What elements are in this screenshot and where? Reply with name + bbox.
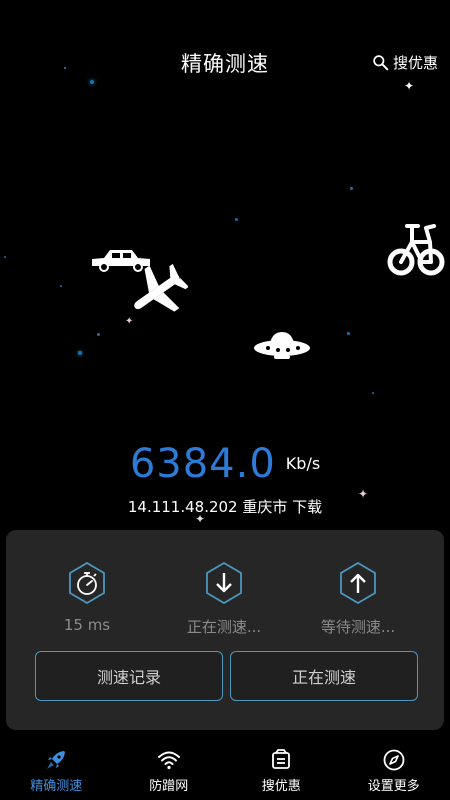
download-stat: 正在测速... — [164, 561, 284, 637]
star — [347, 332, 350, 335]
upload-stat: 等待测速... — [298, 561, 418, 637]
star — [4, 256, 6, 258]
tab-wifi-guard[interactable]: 防蹭网 — [113, 740, 226, 800]
sparkle-star: ✦ — [404, 79, 415, 93]
testing-button[interactable]: 正在测速 — [230, 651, 418, 701]
star — [60, 285, 62, 287]
tab-label: 搜优惠 — [261, 779, 301, 794]
tab-settings[interactable]: 设置更多 — [338, 740, 450, 800]
stopwatch-icon — [69, 561, 105, 605]
wifi-icon — [157, 751, 180, 770]
upload-label: 等待测速... — [320, 618, 396, 636]
history-button[interactable]: 测速记录 — [35, 651, 223, 701]
stats-panel: 15 ms 正在测速... 等待测速... 测速记录 正在测速 — [6, 530, 444, 730]
ufo-icon — [254, 332, 310, 359]
download-label: 正在测速... — [186, 618, 262, 636]
upload-arrow-icon — [340, 561, 376, 605]
tab-speed-test[interactable]: 精确测速 — [0, 740, 113, 800]
star — [97, 333, 100, 336]
search-icon — [373, 55, 389, 71]
tab-deals[interactable]: 搜优惠 — [225, 740, 338, 800]
bottom-tab-bar: 精确测速 防蹭网 搜优惠 设置更多 — [0, 740, 450, 800]
rocket-icon — [47, 751, 66, 769]
star — [372, 392, 374, 394]
bicycle-icon — [387, 224, 445, 276]
search-label: 搜优惠 — [392, 54, 438, 72]
ip-location: 14.111.48.202 重庆市 下载 — [127, 498, 323, 516]
speed-value: 6384.0 — [129, 441, 276, 487]
star — [78, 351, 82, 355]
search-button[interactable]: 搜优惠 — [372, 52, 438, 73]
airplane-icon — [134, 264, 188, 312]
download-arrow-icon — [206, 561, 242, 605]
coupon-icon — [272, 749, 291, 769]
star — [350, 187, 353, 190]
star — [64, 67, 66, 69]
speed-unit: Kb/s — [285, 454, 321, 473]
tab-label: 精确测速 — [30, 779, 83, 794]
tab-label: 设置更多 — [367, 779, 420, 794]
star — [90, 80, 94, 84]
header: 精确测速 搜优惠 — [0, 0, 450, 125]
ping-label: 15 ms — [63, 616, 111, 634]
speed-display: 6384.0 Kb/s — [0, 441, 450, 487]
compass-icon — [383, 749, 405, 771]
star — [235, 218, 238, 221]
tab-label: 防蹭网 — [149, 779, 189, 794]
ping-stat: 15 ms — [27, 561, 147, 634]
